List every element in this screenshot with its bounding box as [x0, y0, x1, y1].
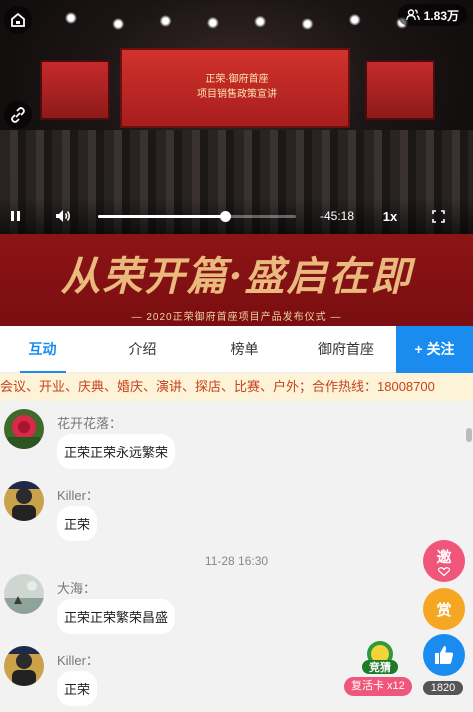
chat-area[interactable]: 花开花落： 正荣正荣永远繁荣 Killer： 正荣 11-28 16:30 大海…: [0, 401, 473, 712]
fullscreen-button[interactable]: [430, 206, 446, 226]
banner-title: 从荣开篇·盛启在即: [60, 253, 413, 300]
event-banner: 从荣开篇·盛启在即 — 2020正荣御府首座项目产品发布仪式 —: [0, 234, 473, 326]
tab-bar: 互动 介绍 榜单 御府首座 + 关注: [0, 326, 473, 373]
avatar[interactable]: [4, 409, 44, 449]
pause-icon: [11, 211, 20, 221]
invite-label: 邀: [436, 549, 452, 566]
chat-bubble: 正荣: [57, 671, 98, 706]
thumbs-up-icon: [435, 646, 454, 664]
playback-speed-button[interactable]: 1x: [380, 206, 400, 226]
users-icon: [405, 9, 420, 21]
chat-timestamp: 11-28 16:30: [204, 554, 269, 568]
revive-card-badge[interactable]: 复活卡 x12: [344, 677, 412, 696]
progress-fill: [98, 215, 225, 218]
quiz-icon-label: 竞猜: [369, 660, 391, 674]
quiz-button[interactable]: 竞猜: [360, 640, 400, 676]
chat-username: Killer：: [57, 488, 99, 503]
player-controls: -45:18 1x: [0, 198, 473, 234]
quiz-icon: 竞猜: [362, 641, 398, 674]
progress-bar[interactable]: [98, 211, 296, 222]
announcement-marquee: 会议、开业、庆典、婚庆、演讲、探店、比赛、户外；合作热线：18008700: [0, 373, 473, 401]
banner-subtitle: — 2020正荣御府首座项目产品发布仪式 —: [131, 312, 342, 323]
home-button[interactable]: [4, 6, 32, 34]
chat-username: 花开花落：: [57, 416, 123, 431]
viewer-count: 1.83万: [423, 8, 459, 23]
link-icon: [11, 107, 25, 123]
stage-screen: 正荣·御府首座 项目销售政策宣讲: [120, 48, 350, 128]
progress-knob[interactable]: [219, 211, 231, 222]
volume-button[interactable]: [55, 206, 73, 226]
avatar[interactable]: [4, 646, 44, 686]
avatar[interactable]: [4, 481, 44, 521]
chat-bubble: 正荣: [57, 506, 98, 541]
scrollbar[interactable]: [466, 428, 472, 442]
chat-bubble: 正荣正荣繁荣昌盛: [57, 599, 176, 634]
chat-username: Killer：: [57, 653, 99, 668]
chat-bubble: 正荣正荣永远繁荣: [57, 434, 176, 469]
fullscreen-icon: [431, 209, 445, 223]
invite-button[interactable]: 邀: [423, 540, 465, 582]
home-icon: [11, 12, 25, 27]
chat-username: 大海：: [57, 581, 97, 596]
tab-introduction[interactable]: 介绍: [100, 326, 185, 373]
tab-interaction[interactable]: 互动: [0, 326, 85, 373]
stage-text-line2: 项目销售政策宣讲: [197, 89, 277, 100]
person-avatar-icon: [4, 481, 44, 521]
stage-text-line1: 正荣·御府首座: [205, 74, 269, 85]
like-button[interactable]: [423, 634, 465, 676]
reward-button[interactable]: 赏: [423, 588, 465, 630]
person-avatar-icon: [4, 646, 44, 686]
share-link-button[interactable]: [4, 101, 32, 129]
volume-icon: [56, 210, 70, 222]
pause-button[interactable]: [7, 206, 25, 226]
tab-ranking[interactable]: 榜单: [202, 326, 287, 373]
side-screen-left: [40, 60, 110, 120]
time-remaining: -45:18: [319, 209, 355, 223]
video-player[interactable]: 正荣·御府首座 项目销售政策宣讲 1.83万 -45:18 1x: [0, 0, 473, 234]
landscape-avatar-icon: [4, 574, 44, 614]
tab-project[interactable]: 御府首座: [300, 326, 392, 373]
flower-avatar-icon: [4, 409, 44, 449]
heart-icon: [438, 567, 450, 576]
avatar[interactable]: [4, 574, 44, 614]
viewer-count-badge: 1.83万: [397, 4, 467, 26]
follow-button[interactable]: + 关注: [396, 326, 473, 373]
side-screen-right: [365, 60, 435, 120]
like-count: 1820: [423, 681, 463, 695]
